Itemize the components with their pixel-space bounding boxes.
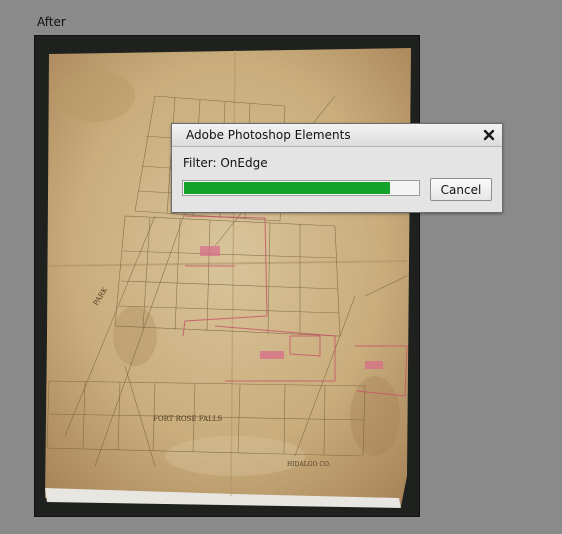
map-county-label: HIDALGO CO. xyxy=(287,461,331,468)
map-district-label: FORT ROSE FALLS xyxy=(153,415,222,423)
preview-label: After xyxy=(37,15,66,29)
preview-image-frame: FORT ROSE FALLS HIDALGO CO. PARK xyxy=(34,35,420,517)
dialog-title: Adobe Photoshop Elements xyxy=(186,128,351,142)
dialog-title-bar[interactable]: Adobe Photoshop Elements xyxy=(172,124,502,147)
filter-status-text: Filter: OnEdge xyxy=(183,156,268,170)
progress-bar xyxy=(182,180,420,196)
scanned-map-image: FORT ROSE FALLS HIDALGO CO. PARK xyxy=(45,48,411,508)
cancel-button[interactable]: Cancel xyxy=(430,178,492,201)
progress-bar-fill xyxy=(184,182,390,194)
progress-dialog: Adobe Photoshop Elements Filter: OnEdge … xyxy=(171,123,503,213)
close-icon[interactable] xyxy=(482,127,496,141)
